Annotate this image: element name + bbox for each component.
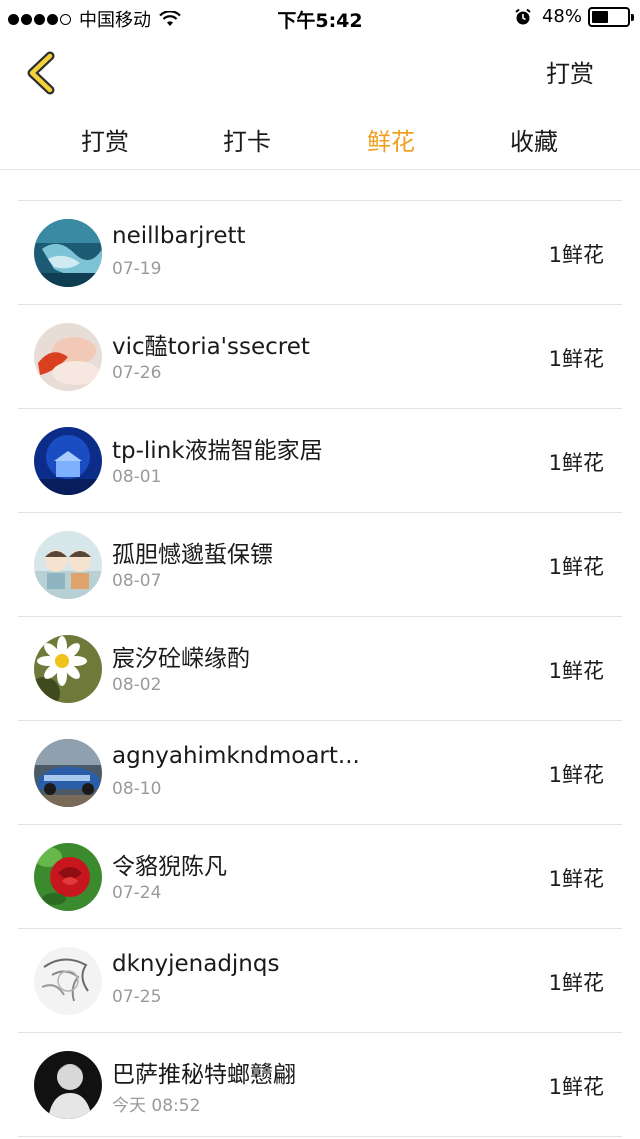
list-item[interactable]: 宸汐砼嵘缘酌 08-02 1鲜花: [18, 617, 622, 721]
user-name: tp-link液揣智能家居: [112, 438, 323, 464]
gift-date: 今天 08:52: [112, 1096, 201, 1116]
user-name: 孤胆憾邈蜇保镖: [112, 542, 273, 568]
list-item[interactable]: 孤胆憾邈蜇保镖 08-07 1鲜花: [18, 513, 622, 617]
gift-date: 08-10: [112, 779, 162, 799]
avatar-partial: [40, 171, 88, 181]
list-item[interactable]: tp-link液揣智能家居 08-01 1鲜花: [18, 409, 622, 513]
tab-bar: 打赏 打卡 鲜花 收藏: [0, 108, 640, 170]
avatar: [34, 635, 102, 703]
gift-date: 07-26: [112, 363, 162, 383]
avatar: [34, 947, 102, 1015]
tab-reward[interactable]: 打赏: [50, 122, 160, 157]
avatar: [34, 1051, 102, 1119]
gift-date: 07-24: [112, 883, 162, 903]
avatar: [34, 427, 102, 495]
tab-favorites[interactable]: 收藏: [479, 122, 589, 157]
list-item[interactable]: dknyjenadjnqs 07-25 1鲜花: [18, 929, 622, 1033]
tab-flowers[interactable]: 鲜花: [336, 122, 446, 157]
flower-count: 1鲜花: [548, 971, 604, 995]
gift-date: 07-25: [112, 987, 162, 1007]
battery-icon: [588, 6, 634, 27]
list-item-partial: [18, 171, 622, 201]
tab-checkin[interactable]: 打卡: [192, 122, 302, 157]
status-right: 48%: [514, 6, 634, 27]
avatar: [34, 739, 102, 807]
list-item[interactable]: 巴萨推秘特螂戆翩 今天 08:52 1鲜花: [18, 1033, 622, 1137]
back-button[interactable]: [22, 50, 62, 96]
user-name: dknyjenadjnqs: [112, 951, 280, 977]
gift-date: 07-19: [112, 259, 162, 279]
battery-percentage: 48%: [541, 6, 582, 27]
avatar: [34, 323, 102, 391]
gift-date: 08-01: [112, 467, 162, 487]
flower-count: 1鲜花: [548, 347, 604, 371]
alarm-clock-icon: [515, 8, 531, 24]
flower-count: 1鲜花: [548, 763, 604, 787]
user-name: 巴萨推秘特螂戆翩: [112, 1062, 296, 1088]
user-name: 令貉猊陈凡: [112, 854, 227, 880]
navigation-bar: 打赏: [0, 36, 640, 108]
avatar: [34, 219, 102, 287]
gift-date: 08-02: [112, 675, 162, 695]
flower-count: 1鲜花: [548, 659, 604, 683]
list-item[interactable]: neillbarjrett 07-19 1鲜花: [18, 201, 622, 305]
list-item[interactable]: vic醘toria'ssecret 07-26 1鲜花: [18, 305, 622, 409]
reward-action-button[interactable]: 打赏: [546, 54, 594, 89]
list-item[interactable]: agnyahimkndmoart... 08-10 1鲜花: [18, 721, 622, 825]
user-name: agnyahimkndmoart...: [112, 743, 360, 769]
flower-count: 1鲜花: [548, 867, 604, 891]
user-name: vic醘toria'ssecret: [112, 334, 310, 360]
flower-giver-list[interactable]: neillbarjrett 07-19 1鲜花 vic醘toria'ssecre…: [0, 171, 640, 1139]
flower-count: 1鲜花: [548, 555, 604, 579]
avatar: [34, 843, 102, 911]
list-item[interactable]: 令貉猊陈凡 07-24 1鲜花: [18, 825, 622, 929]
user-name: 宸汐砼嵘缘酌: [112, 646, 250, 672]
user-name: neillbarjrett: [112, 223, 246, 249]
flower-count: 1鲜花: [548, 1075, 604, 1099]
flower-count: 1鲜花: [548, 243, 604, 267]
flower-count: 1鲜花: [548, 451, 604, 475]
avatar: [34, 531, 102, 599]
status-bar: 中国移动 下午5:42 48%: [0, 0, 640, 36]
chevron-left-icon: [27, 51, 55, 95]
gift-date: 08-07: [112, 571, 162, 591]
